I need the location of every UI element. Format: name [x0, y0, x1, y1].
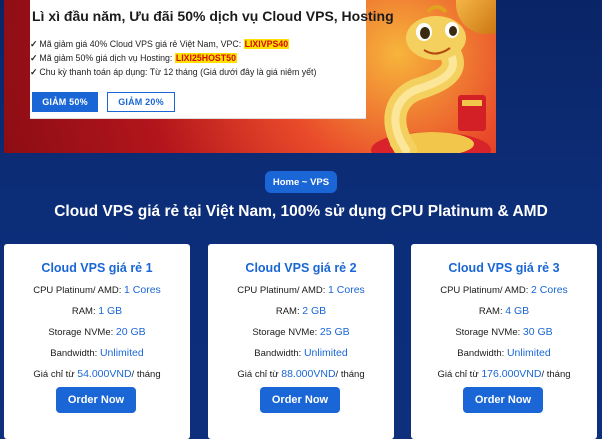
- order-now-button[interactable]: Order Now: [463, 387, 543, 413]
- plan-price: Giá chỉ từ 176.000VND/ tháng: [437, 368, 571, 380]
- plan-price-value: 88.000VND: [281, 368, 336, 380]
- check-icon: ✓: [30, 39, 38, 49]
- plan-price-value: 176.000VND: [481, 368, 542, 380]
- plan-price: Giá chỉ từ 54.000VND/ tháng: [33, 368, 161, 380]
- promo-line-billing: ✓ Chu kỳ thanh toán áp dụng: Từ 12 tháng …: [30, 67, 316, 78]
- coupon-code-hosting[interactable]: LIXI25HOST50: [174, 53, 237, 63]
- plan-bandwidth-value: Unlimited: [99, 347, 144, 359]
- plan-ram: RAM: 4 GB: [478, 305, 530, 317]
- promo-card: Lì xì đầu năm, Ưu đãi 50% dịch vụ Cloud …: [30, 0, 394, 119]
- plan-cpu-value: 1 Cores: [124, 284, 161, 296]
- plan-storage: Storage NVMe: 20 GB: [48, 326, 146, 338]
- plan-storage-value: 25 GB: [319, 326, 350, 338]
- plan-bandwidth-value: Unlimited: [303, 347, 348, 359]
- plan-storage-value: 30 GB: [522, 326, 553, 338]
- discount-20-button[interactable]: GIẢM 20%: [107, 92, 175, 112]
- discount-50-button[interactable]: GIẢM 50%: [32, 92, 98, 112]
- coupon-code-vps[interactable]: LIXIVPS40: [243, 39, 290, 49]
- plan-cpu-value: 1 Cores: [328, 284, 365, 296]
- plan-bandwidth: Bandwidth: Unlimited: [254, 347, 348, 359]
- plan-ram-value: 1 GB: [98, 305, 123, 317]
- plan-card-1: Cloud VPS giá rẻ 1 CPU Platinum/ AMD: 1 …: [4, 244, 190, 439]
- section-heading: Cloud VPS giá rẻ tại Việt Nam, 100% sử d…: [54, 203, 548, 220]
- plan-ram: RAM: 2 GB: [275, 305, 327, 317]
- plan-bandwidth-value: Unlimited: [506, 347, 551, 359]
- promo-line-text: Mã giảm giá 40% Cloud VPS giá rẻ Việt Na…: [39, 39, 242, 49]
- plan-card-2: Cloud VPS giá rẻ 2 CPU Platinum/ AMD: 1 …: [208, 244, 394, 439]
- promo-line-text: Mã giảm 50% giá dịch vụ Hosting:: [39, 53, 173, 63]
- plan-cpu: CPU Platinum/ AMD: 1 Cores: [237, 284, 365, 296]
- order-now-button[interactable]: Order Now: [56, 387, 136, 413]
- check-icon: ✓: [30, 53, 38, 63]
- plan-ram-value: 4 GB: [505, 305, 530, 317]
- promo-line-hosting: ✓ Mã giảm 50% giá dịch vụ Hosting: LIXI25…: [30, 53, 237, 64]
- promo-line-vps: ✓ Mã giảm giá 40% Cloud VPS giá rẻ Việt N…: [30, 39, 290, 50]
- plan-storage: Storage NVMe: 30 GB: [455, 326, 553, 338]
- plan-ram: RAM: 1 GB: [71, 305, 123, 317]
- plan-card-3: Cloud VPS giá rẻ 3 CPU Platinum/ AMD: 2 …: [411, 244, 597, 439]
- plan-title[interactable]: Cloud VPS giá rẻ 2: [208, 261, 394, 275]
- plan-cpu-value: 2 Cores: [531, 284, 568, 296]
- plan-bandwidth: Bandwidth: Unlimited: [50, 347, 144, 359]
- plan-bandwidth: Bandwidth: Unlimited: [457, 347, 551, 359]
- promo-line-text: Chu kỳ thanh toán áp dụng: Từ 12 tháng (…: [39, 67, 317, 77]
- breadcrumb[interactable]: Home ~ VPS: [265, 171, 337, 193]
- plan-price-value: 54.000VND: [77, 368, 132, 380]
- plan-title[interactable]: Cloud VPS giá rẻ 3: [411, 261, 597, 275]
- plan-price: Giá chỉ từ 88.000VND/ tháng: [237, 368, 365, 380]
- promo-title: Lì xì đầu năm, Ưu đãi 50% dịch vụ Cloud …: [32, 8, 394, 24]
- plan-ram-value: 2 GB: [302, 305, 327, 317]
- order-now-button[interactable]: Order Now: [260, 387, 340, 413]
- plan-cpu: CPU Platinum/ AMD: 1 Cores: [33, 284, 161, 296]
- plan-storage: Storage NVMe: 25 GB: [252, 326, 350, 338]
- plan-cpu: CPU Platinum/ AMD: 2 Cores: [440, 284, 568, 296]
- plan-title[interactable]: Cloud VPS giá rẻ 1: [4, 261, 190, 275]
- promo-banner[interactable]: Lì xì đầu năm, Ưu đãi 50% dịch vụ Cloud …: [4, 0, 496, 153]
- plan-storage-value: 20 GB: [115, 326, 146, 338]
- check-icon: ✓: [30, 67, 38, 77]
